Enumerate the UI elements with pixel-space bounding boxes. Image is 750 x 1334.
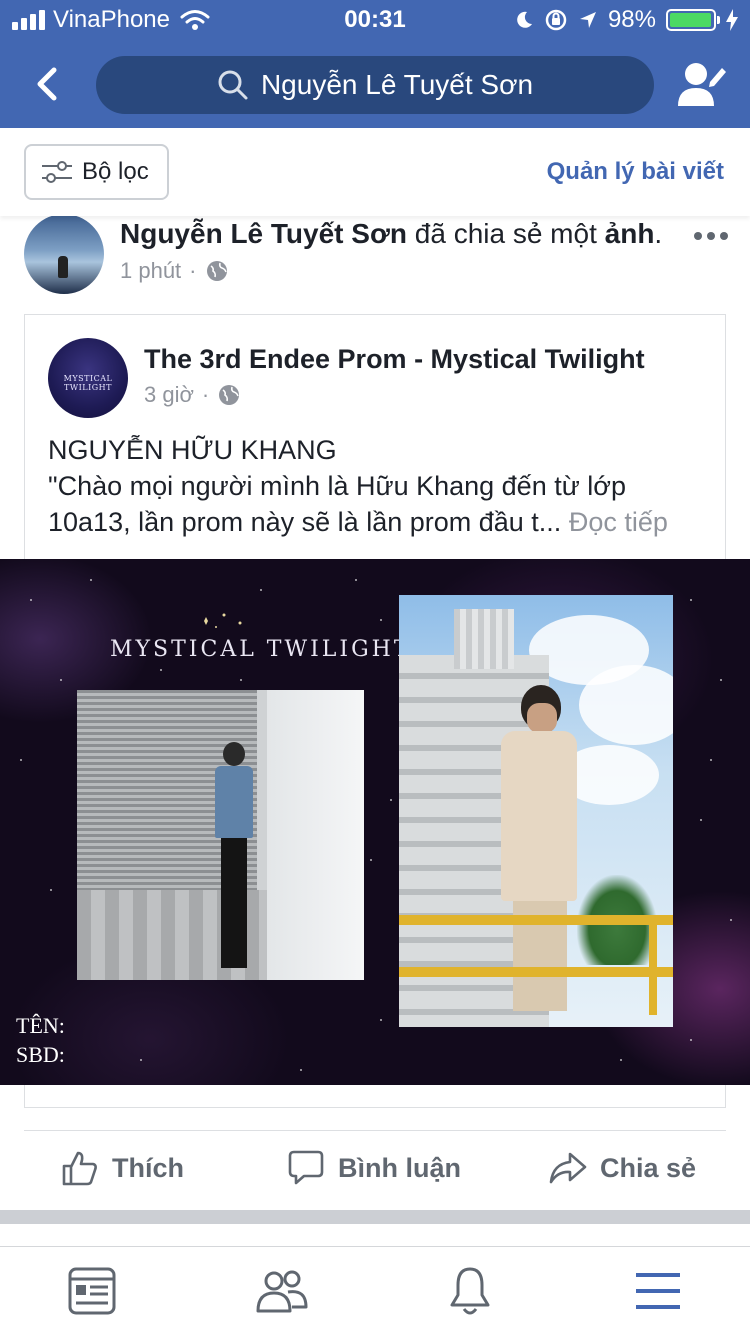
share-arrow-icon [549,1152,587,1184]
profile-edit-icon [678,63,726,106]
tab-menu[interactable] [632,1265,688,1317]
post-text-line: 10a13, lần prom này sẽ là lần prom đầu t… [48,507,668,537]
page-avatar-logo: MYSTICAL TWILIGHT [63,374,113,392]
like-label: Thích [112,1152,184,1183]
shared-post-meta: 3 giờ · [144,382,241,408]
page-avatar[interactable]: MYSTICAL TWILIGHT [48,338,128,418]
friends-icon [256,1270,308,1313]
news-feed-icon [68,1267,116,1315]
tab-notifications[interactable] [444,1265,500,1317]
back-arrow-icon [37,67,57,101]
globe-icon [206,261,227,281]
id-label: SBD: [16,1042,65,1067]
search-query: Nguyễn Lê Tuyết Sơn [260,69,534,100]
contestant-photo-left [77,690,364,980]
post-header-text: Nguyễn Lê Tuyết Sơn đã chia sẻ một ảnh. [120,218,663,249]
image-form-labels: TÊN: SBD: [16,1011,65,1069]
action-divider [24,1130,726,1131]
shared-post-time[interactable]: 3 giờ [144,382,194,408]
menu-icon [636,1273,680,1309]
filter-label: Bộ lọc [82,158,149,185]
contestant-photo-right [399,595,673,1027]
navigation-bar: Nguyễn Lê Tuyết Sơn [0,40,750,128]
read-more-link[interactable]: Đọc tiếp [561,507,668,537]
rotation-lock-icon [545,9,567,31]
notifications-icon [450,1267,490,1315]
search-icon [218,70,248,100]
post-meta: 1 phút · [120,258,229,284]
sparkle-icon [204,613,242,628]
author-avatar[interactable] [24,214,104,294]
bottom-tab-bar [0,1246,750,1334]
comment-button[interactable]: Bình luận [286,1148,461,1188]
post-action-text: đã chia sẻ một [406,218,605,249]
shared-post-text: NGUYỄN HỮU KHANG "Chào mọi người mình là… [48,432,718,540]
tab-friends[interactable] [254,1265,310,1317]
author-name[interactable]: Nguyễn Lê Tuyết Sơn [120,218,407,249]
comment-icon [288,1150,324,1185]
share-label: Chia sẻ [600,1152,697,1183]
status-right: 98% [514,6,738,34]
filter-row: Bộ lọc Quản lý bài viết [0,128,750,216]
battery-icon [666,9,720,31]
post-options-button[interactable] [694,232,728,240]
post-object-link[interactable]: ảnh [605,218,655,249]
more-dots-icon [694,232,702,240]
comment-label: Bình luận [338,1152,461,1183]
post-text-line: NGUYỄN HỮU KHANG [48,435,337,465]
feed-separator [0,1210,750,1224]
search-bar[interactable]: Nguyễn Lê Tuyết Sơn [96,56,654,114]
filter-sliders-icon [42,161,72,183]
filter-button[interactable]: Bộ lọc [24,144,169,200]
globe-icon [219,385,240,405]
post-text-line: "Chào mọi người mình là Hữu Khang đến từ… [48,471,627,501]
back-button[interactable] [26,60,70,108]
name-label: TÊN: [16,1013,65,1038]
charging-icon [726,9,738,31]
share-button[interactable]: Chia sẻ [548,1148,696,1188]
status-bar: VinaPhone 00:31 98% [0,0,750,40]
battery-percent: 98% [607,6,656,33]
image-title: MYSTICAL TWILIGHT [110,637,412,662]
post-time[interactable]: 1 phút [120,258,181,284]
post-photo[interactable]: MYSTICAL TWILIGHT TÊN: SBD: [0,559,750,1085]
manage-posts-link[interactable]: Quản lý bài viết [547,158,724,186]
thumbs-up-icon [62,1151,97,1186]
moon-icon [517,11,532,28]
profile-edit-button[interactable] [676,60,728,110]
tab-news-feed[interactable] [66,1265,122,1317]
location-icon [579,12,596,28]
shared-page-name[interactable]: The 3rd Endee Prom - Mystical Twilight [144,344,645,375]
like-button[interactable]: Thích [60,1148,184,1188]
